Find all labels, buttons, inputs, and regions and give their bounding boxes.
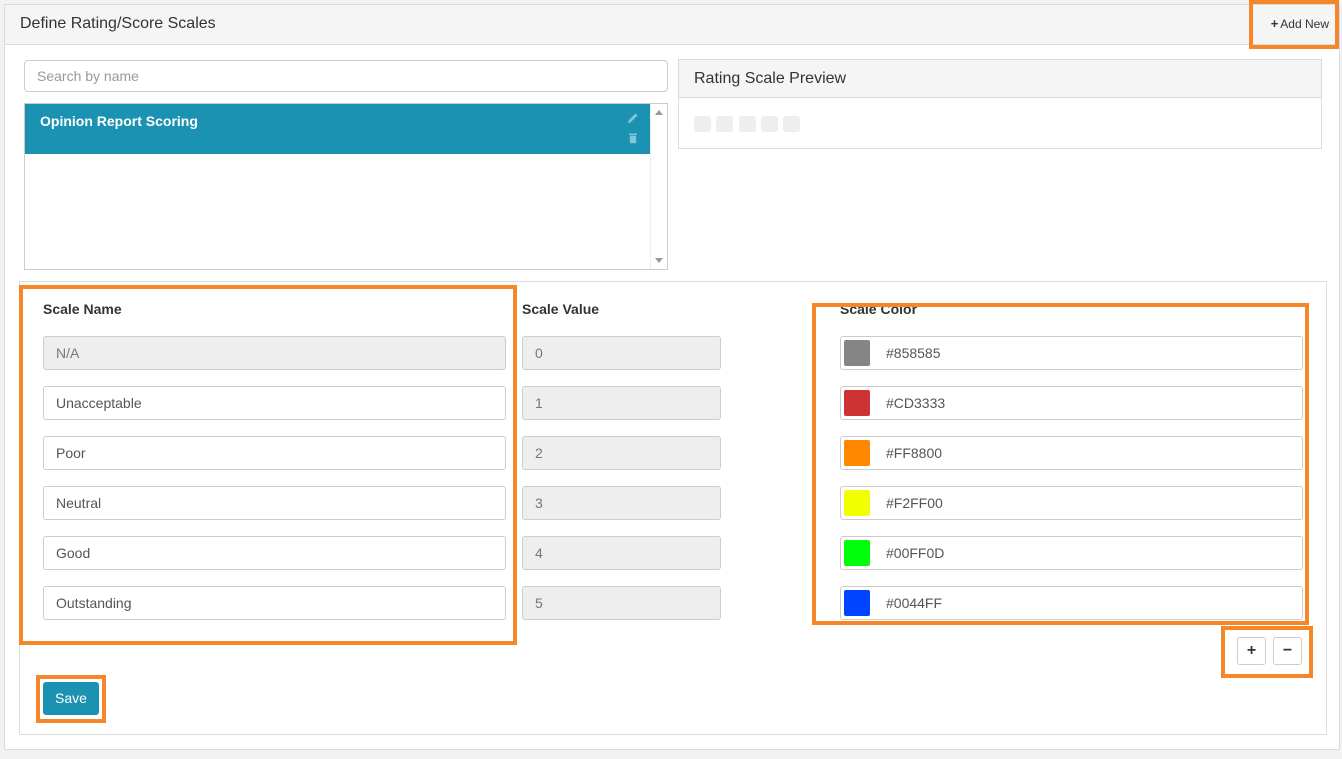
preview-box bbox=[716, 116, 733, 132]
scale-color-field[interactable]: #F2FF00 bbox=[840, 486, 1303, 520]
scale-value-field: 4 bbox=[522, 536, 721, 570]
trash-icon[interactable] bbox=[627, 132, 639, 144]
search-input[interactable] bbox=[24, 60, 668, 92]
color-swatch[interactable] bbox=[844, 440, 870, 466]
scale-list: Opinion Report Scoring bbox=[24, 103, 668, 270]
scale-name-header: Scale Name bbox=[43, 301, 122, 317]
add-new-button[interactable]: + Add New bbox=[1271, 16, 1329, 31]
scale-value-field: 0 bbox=[522, 336, 721, 370]
color-hex: #858585 bbox=[886, 345, 941, 361]
color-hex: #0044FF bbox=[886, 595, 943, 611]
plus-icon: + bbox=[1270, 16, 1279, 31]
add-row-button[interactable]: + bbox=[1237, 637, 1266, 665]
scale-color-header: Scale Color bbox=[840, 301, 918, 317]
save-button[interactable]: Save bbox=[43, 682, 99, 715]
scale-color-field[interactable]: #00FF0D bbox=[840, 536, 1303, 570]
color-swatch[interactable] bbox=[844, 490, 870, 516]
scale-value-field: 1 bbox=[522, 386, 721, 420]
scroll-up-icon[interactable] bbox=[655, 110, 663, 115]
list-scrollbar[interactable] bbox=[650, 104, 667, 269]
scale-color-field[interactable]: #CD3333 bbox=[840, 386, 1303, 420]
scale-color-field[interactable]: #0044FF bbox=[840, 586, 1303, 620]
preview-box bbox=[694, 116, 711, 132]
preview-title: Rating Scale Preview bbox=[694, 70, 847, 87]
scale-name-field[interactable]: Good bbox=[43, 536, 506, 570]
remove-row-button[interactable]: − bbox=[1273, 637, 1302, 665]
scale-color-field[interactable]: #858585 bbox=[840, 336, 1303, 370]
color-swatch[interactable] bbox=[844, 390, 870, 416]
add-new-label: Add New bbox=[1280, 17, 1329, 31]
scale-color-field[interactable]: #FF8800 bbox=[840, 436, 1303, 470]
scale-name-field[interactable]: Outstanding bbox=[43, 586, 506, 620]
page-title: Define Rating/Score Scales bbox=[20, 15, 216, 32]
scale-value-field: 2 bbox=[522, 436, 721, 470]
color-swatch[interactable] bbox=[844, 590, 870, 616]
color-hex: #FF8800 bbox=[886, 445, 943, 461]
color-swatch[interactable] bbox=[844, 540, 870, 566]
list-item[interactable]: Opinion Report Scoring bbox=[25, 104, 651, 154]
color-hex: #00FF0D bbox=[886, 545, 945, 561]
scroll-down-icon[interactable] bbox=[655, 258, 663, 263]
scale-value-header: Scale Value bbox=[522, 301, 600, 317]
preview-box bbox=[783, 116, 800, 132]
scale-name-field[interactable]: Unacceptable bbox=[43, 386, 506, 420]
rating-scale-preview: Rating Scale Preview bbox=[678, 59, 1322, 149]
color-hex: #F2FF00 bbox=[886, 495, 943, 511]
panel-header: Define Rating/Score Scales + Add New bbox=[5, 5, 1339, 45]
scale-name-field: N/A bbox=[43, 336, 506, 370]
preview-box bbox=[739, 116, 756, 132]
color-hex: #CD3333 bbox=[886, 395, 946, 411]
scale-name-field[interactable]: Neutral bbox=[43, 486, 506, 520]
color-swatch[interactable] bbox=[844, 340, 870, 366]
preview-box bbox=[761, 116, 778, 132]
pencil-icon[interactable] bbox=[627, 112, 639, 124]
scale-name-field[interactable]: Poor bbox=[43, 436, 506, 470]
preview-header: Rating Scale Preview bbox=[679, 60, 1321, 98]
scale-value-field: 3 bbox=[522, 486, 721, 520]
scale-value-field: 5 bbox=[522, 586, 721, 620]
list-item-label: Opinion Report Scoring bbox=[40, 113, 198, 129]
